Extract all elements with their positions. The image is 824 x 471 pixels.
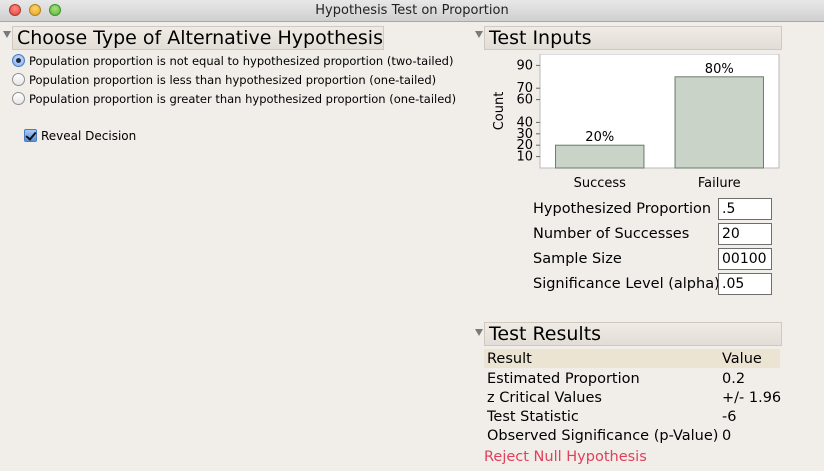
result-name-estimated-proportion: Estimated Proportion — [487, 371, 640, 387]
result-value-p-value: 0 — [722, 428, 732, 444]
sample-size-input[interactable]: 00100 — [718, 248, 772, 270]
test-inputs-disclosure-icon[interactable] — [475, 31, 483, 38]
count-bar-chart: 10203040607090Count20%Success80%Failure — [492, 54, 780, 190]
radio-label: Population proportion is greater than hy… — [29, 92, 457, 106]
test-results-title: Test Results — [484, 322, 782, 346]
result-value-test-statistic: -6 — [722, 409, 737, 425]
number-of-successes-label: Number of Successes — [533, 226, 690, 242]
hypothesized-proportion-input[interactable]: .5 — [718, 198, 772, 220]
result-value-z-critical: +/- 1.96 — [722, 390, 782, 406]
x-category-label: Failure — [698, 176, 741, 190]
radio-two-tailed[interactable]: Population proportion is not equal to hy… — [12, 53, 453, 69]
y-tick-label: 90 — [516, 58, 533, 73]
significance-level-label: Significance Level (alpha) — [533, 276, 720, 292]
reveal-decision-checkbox[interactable] — [24, 129, 37, 142]
hypothesized-proportion-label: Hypothesized Proportion — [533, 201, 712, 217]
radio-greater-than[interactable]: Population proportion is greater than hy… — [12, 91, 456, 107]
bar-data-label: 20% — [585, 130, 614, 145]
y-tick-label: 40 — [516, 115, 533, 130]
alternative-disclosure-icon[interactable] — [3, 31, 11, 38]
result-name-test-statistic: Test Statistic — [487, 409, 579, 425]
test-inputs-title: Test Inputs — [484, 26, 782, 50]
results-column-result: Result — [487, 351, 532, 367]
bar-success — [555, 144, 645, 169]
radio-button[interactable] — [12, 73, 25, 86]
x-category-label: Success — [574, 176, 627, 190]
radio-label: Population proportion is less than hypot… — [29, 73, 437, 87]
results-column-value: Value — [722, 351, 762, 367]
radio-button[interactable] — [12, 92, 25, 105]
radio-button-selected[interactable] — [12, 54, 25, 67]
sample-size-label: Sample Size — [533, 251, 622, 267]
decision-text: Reject Null Hypothesis — [484, 449, 647, 465]
radio-less-than[interactable]: Population proportion is less than hypot… — [12, 72, 436, 88]
y-axis-title: Count — [492, 92, 507, 131]
number-of-successes-input[interactable]: 20 — [718, 223, 772, 245]
reveal-decision-label: Reveal Decision — [41, 129, 137, 143]
alternative-hypothesis-title: Choose Type of Alternative Hypothesis — [12, 26, 384, 50]
result-value-estimated-proportion: 0.2 — [722, 371, 746, 387]
bar-data-label: 80% — [705, 62, 734, 77]
significance-level-input[interactable]: .05 — [718, 273, 772, 295]
y-tick-label: 70 — [516, 81, 533, 96]
bar-failure — [674, 76, 764, 169]
window-title: Hypothesis Test on Proportion — [315, 3, 509, 18]
reveal-decision-checkbox-row[interactable]: Reveal Decision — [24, 128, 136, 144]
result-name-p-value: Observed Significance (p-Value) — [487, 428, 719, 444]
title-bar: Hypothesis Test on Proportion — [0, 0, 824, 22]
result-name-z-critical: z Critical Values — [487, 390, 602, 406]
test-results-disclosure-icon[interactable] — [475, 329, 483, 336]
radio-label: Population proportion is not equal to hy… — [29, 54, 454, 68]
